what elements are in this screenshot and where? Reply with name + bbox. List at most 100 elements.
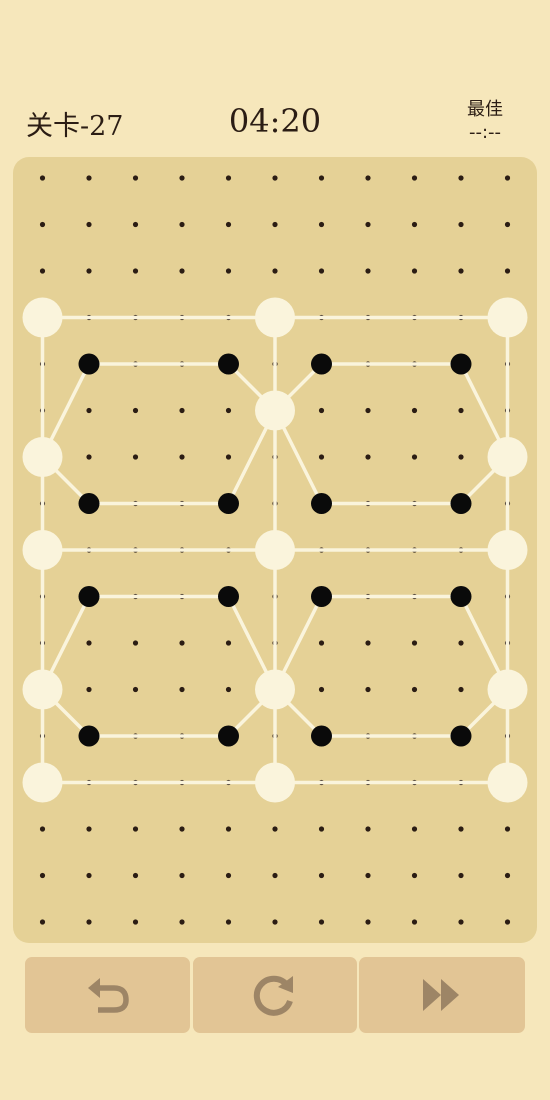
grid-dot — [458, 826, 464, 832]
dark-node[interactable] — [218, 493, 239, 514]
light-node[interactable] — [487, 530, 528, 570]
undo-button[interactable] — [25, 957, 190, 1033]
grid-dot — [225, 175, 232, 181]
grid-dot — [272, 826, 278, 832]
grid-dot — [179, 454, 185, 460]
best-time: 最佳 --:-- — [450, 98, 520, 144]
light-node[interactable] — [22, 437, 63, 477]
light-node[interactable] — [487, 669, 528, 710]
grid-dot — [132, 407, 139, 414]
puzzle-graph[interactable] — [13, 157, 537, 943]
grid-dot — [458, 407, 464, 414]
grid-dot — [86, 919, 92, 925]
grid-dot — [225, 872, 232, 879]
grid-dot — [411, 826, 418, 832]
grid-dot — [272, 175, 278, 181]
grid-dot — [411, 454, 418, 460]
dark-node[interactable] — [450, 725, 472, 747]
puzzle-board[interactable] — [13, 157, 537, 943]
grid-dot — [411, 686, 418, 693]
grid-dot — [458, 221, 464, 228]
light-node[interactable] — [255, 669, 295, 710]
dark-node[interactable] — [78, 725, 100, 747]
skip-button[interactable] — [359, 957, 525, 1033]
light-node[interactable] — [255, 530, 295, 570]
undo-arrow-icon — [87, 978, 129, 1013]
dark-node[interactable] — [450, 493, 472, 514]
dark-node[interactable] — [78, 353, 100, 375]
dark-node[interactable] — [311, 725, 332, 747]
dark-node[interactable] — [311, 493, 332, 514]
grid-dot — [458, 640, 464, 646]
light-node[interactable] — [255, 762, 295, 803]
grid-dot — [504, 268, 511, 274]
grid-dot — [272, 268, 278, 274]
dark-node[interactable] — [78, 586, 100, 607]
light-node[interactable] — [255, 297, 295, 338]
dark-node[interactable] — [78, 493, 100, 514]
grid-dot — [39, 826, 46, 832]
grid-dot — [365, 826, 371, 832]
grid-dot — [179, 686, 185, 693]
light-node[interactable] — [22, 762, 63, 803]
grid-dot — [39, 221, 46, 228]
dark-node[interactable] — [218, 725, 239, 747]
grid-dot — [411, 919, 418, 925]
best-value: --:-- — [468, 122, 502, 143]
dark-node[interactable] — [450, 353, 472, 375]
grid-dot — [458, 454, 464, 460]
fast-forward-icon — [423, 979, 459, 1011]
grid-dot — [318, 872, 325, 879]
dark-node[interactable] — [311, 353, 332, 375]
best-label: 最佳 — [467, 99, 503, 120]
grid-dot — [504, 221, 511, 228]
grid-dot — [132, 454, 139, 460]
light-node[interactable] — [22, 297, 63, 338]
grid-dot — [86, 407, 92, 414]
grid-dot — [365, 175, 371, 181]
grid-dot — [86, 221, 92, 228]
grid-dot — [179, 221, 185, 228]
grid-dot — [504, 919, 511, 925]
grid-dot — [318, 454, 325, 460]
grid-dot — [272, 919, 278, 925]
light-node[interactable] — [487, 437, 528, 477]
grid-dot — [132, 221, 139, 228]
grid-dot — [318, 640, 325, 646]
grid-dot — [225, 268, 232, 274]
grid-dot — [318, 175, 325, 181]
grid-dot — [411, 175, 418, 181]
dark-node[interactable] — [450, 586, 472, 607]
restart-button[interactable] — [193, 957, 357, 1033]
light-node[interactable] — [487, 762, 528, 803]
grid-dot — [225, 826, 232, 832]
light-node[interactable] — [22, 669, 63, 710]
grid-dot — [179, 407, 185, 414]
grid-dot — [39, 919, 46, 925]
grid-dot — [179, 640, 185, 646]
grid-dot — [411, 640, 418, 646]
grid-dot — [225, 221, 232, 228]
grid-dot — [86, 640, 92, 646]
grid-dot — [458, 686, 464, 693]
grid-dot — [132, 919, 139, 925]
grid-dot — [272, 872, 278, 879]
grid-dot — [225, 640, 232, 646]
dark-node[interactable] — [218, 353, 239, 375]
grid-dot — [411, 268, 418, 274]
grid-dot — [365, 221, 371, 228]
dark-node[interactable] — [218, 586, 239, 607]
grid-dot — [132, 640, 139, 646]
grid-dot — [318, 919, 325, 925]
light-node[interactable] — [22, 530, 63, 570]
grid-dot — [318, 221, 325, 228]
light-node[interactable] — [255, 390, 295, 431]
light-node[interactable] — [487, 297, 528, 338]
grid-dot — [39, 268, 46, 274]
grid-dot — [132, 686, 139, 693]
dark-node[interactable] — [311, 586, 332, 607]
grid-dot — [179, 919, 185, 925]
restart-icon — [253, 975, 293, 1016]
grid-dot — [318, 686, 325, 693]
grid-dot — [411, 872, 418, 879]
